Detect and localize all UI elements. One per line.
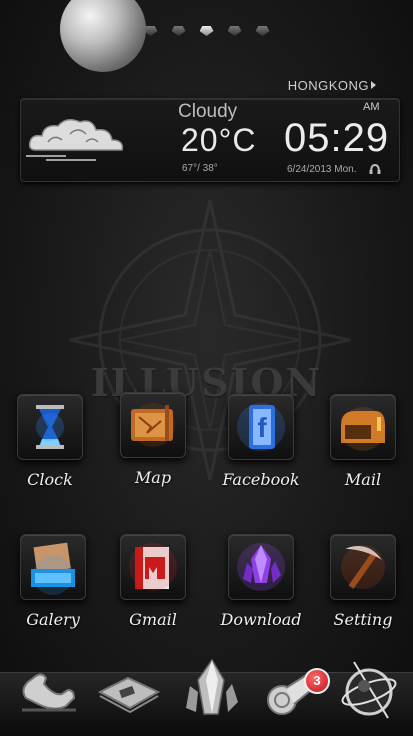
weather-city[interactable]: HONGKONG [288, 78, 369, 93]
app-label: Facebook [222, 470, 300, 489]
app-clock[interactable]: Clock [5, 394, 95, 489]
page-dot[interactable] [171, 26, 186, 36]
clock-date: 6/24/2013 Mon. [287, 164, 357, 175]
app-setting[interactable]: Setting [318, 534, 408, 629]
hourglass-icon[interactable] [17, 394, 83, 460]
app-label: Setting [333, 610, 393, 629]
scroll-map-icon[interactable] [120, 392, 186, 458]
crystal-icon[interactable] [228, 534, 294, 600]
cloud-icon [26, 119, 124, 161]
app-label: Gmail [129, 610, 177, 629]
mailbox-icon[interactable] [330, 394, 396, 460]
gallery-icon[interactable] [20, 534, 86, 600]
notification-badge: 3 [304, 668, 330, 694]
facebook-icon[interactable]: f [228, 394, 294, 460]
clock-time[interactable]: 05:29 [284, 116, 389, 161]
pickaxe-icon[interactable] [330, 534, 396, 600]
weather-range: 67°/ 38° [182, 163, 218, 174]
messages-icon[interactable] [94, 652, 164, 722]
moon-icon [60, 0, 146, 72]
alarm-icon [369, 163, 381, 174]
app-download[interactable]: Download [216, 534, 306, 629]
weather-condition: Cloudy [178, 101, 238, 122]
app-map[interactable]: Map [108, 392, 198, 487]
phone-icon[interactable] [14, 652, 84, 722]
weather-temperature: 20°C [181, 122, 257, 158]
app-galery[interactable]: Galery [8, 534, 98, 629]
app-drawer-crystal-icon[interactable] [176, 652, 246, 722]
page-dot[interactable] [227, 26, 242, 36]
app-gmail[interactable]: Gmail [108, 534, 198, 629]
app-label: Download [220, 610, 302, 629]
app-label: Clock [27, 470, 73, 489]
page-dot[interactable] [255, 26, 270, 36]
app-facebook[interactable]: f Facebook [216, 394, 306, 489]
app-label: Mail [344, 470, 382, 489]
browser-globe-icon[interactable] [334, 652, 404, 722]
wallpaper-emblem-icon [69, 199, 351, 481]
clock-ampm: AM [363, 101, 380, 113]
city-arrow-icon[interactable] [371, 81, 376, 89]
gmail-book-icon[interactable] [120, 534, 186, 600]
app-label: Galery [26, 610, 80, 629]
app-label: Map [134, 468, 172, 487]
page-dot-active[interactable] [199, 26, 214, 36]
app-mail[interactable]: Mail [318, 394, 408, 489]
